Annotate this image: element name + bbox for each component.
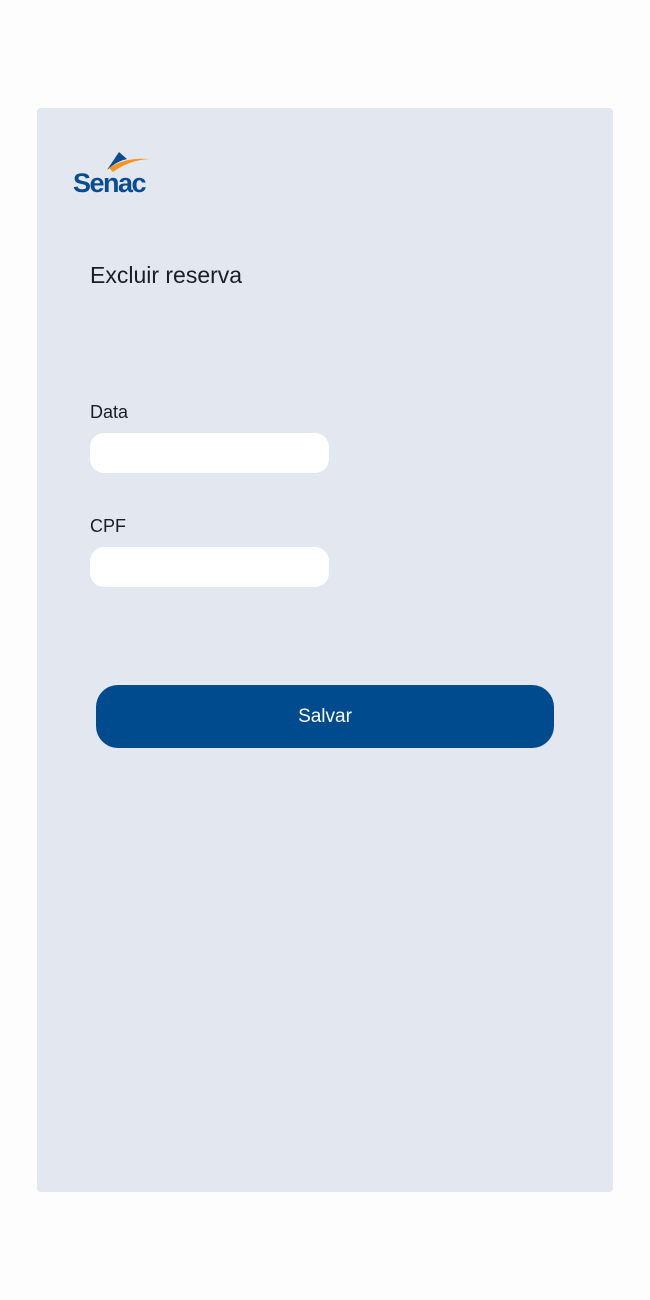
date-label: Data xyxy=(90,402,129,422)
cpf-input[interactable] xyxy=(90,547,329,587)
date-input[interactable] xyxy=(90,433,329,473)
page-title: Excluir reserva xyxy=(90,262,243,288)
cpf-label: CPF xyxy=(90,516,126,536)
senac-logo-text: Senac xyxy=(73,168,147,198)
senac-logo: Senac xyxy=(73,148,163,208)
save-button[interactable]: Salvar xyxy=(96,685,554,748)
form-card: Senac Excluir reserva Data CPF Salvar xyxy=(37,108,613,1192)
